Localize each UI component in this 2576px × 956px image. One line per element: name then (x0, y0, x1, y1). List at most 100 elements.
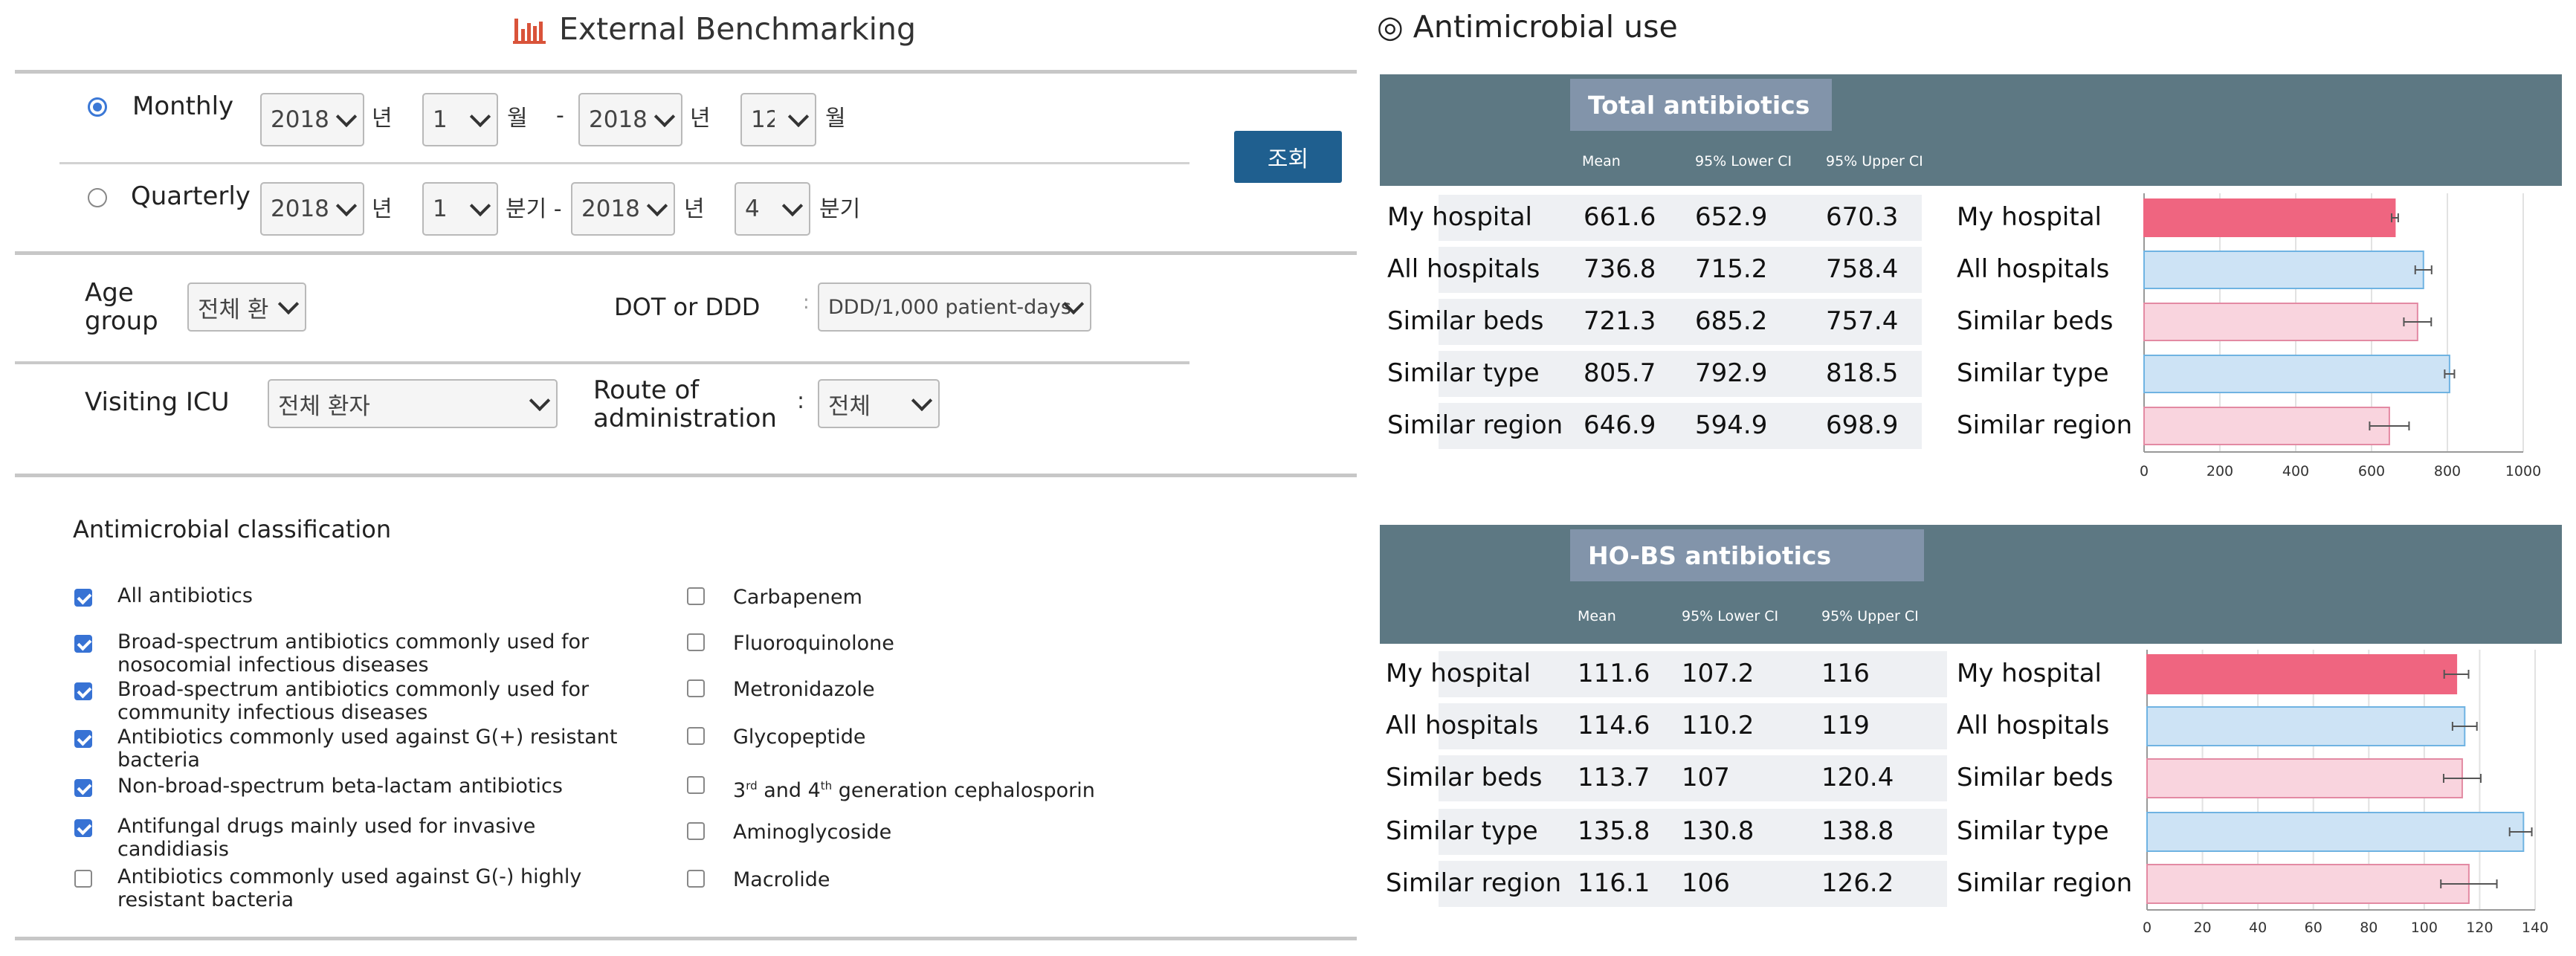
tick-label: 60 (2305, 920, 2322, 936)
route-select[interactable]: 전체 (818, 379, 940, 428)
unit-year: 년 (372, 196, 393, 222)
tick-label: 200 (2207, 463, 2233, 479)
table-cell: 652.9 (1695, 202, 1768, 232)
bar (2146, 706, 2466, 746)
row-label: Similar region (1386, 868, 1562, 898)
chevron-down-icon (469, 195, 491, 217)
chevron-down-icon (646, 195, 668, 217)
classification-checkbox[interactable] (687, 776, 705, 794)
monthly-from-year-select[interactable]: 2018 (260, 93, 364, 146)
colon: : (803, 291, 810, 314)
classification-item-label: All antibiotics (117, 584, 253, 607)
classification-checkbox[interactable] (687, 587, 705, 605)
row-label: All hospitals (1386, 711, 1539, 740)
bar (2146, 654, 2458, 694)
table-cell: 685.2 (1695, 306, 1768, 336)
classification-checkbox[interactable] (74, 635, 92, 653)
column-header: 95% Upper CI (1826, 153, 1923, 169)
chart-category-label: All hospitals (1957, 711, 2110, 740)
row-label: Similar type (1387, 358, 1540, 388)
table-cell: 792.9 (1695, 358, 1768, 388)
chart-category-label: Similar region (1957, 410, 2133, 440)
bar (2143, 303, 2418, 341)
table-cell: 670.3 (1826, 202, 1899, 232)
monthly-label: Monthly (132, 91, 234, 121)
table-cell: 646.9 (1584, 410, 1656, 440)
unit-month: 월 (825, 106, 846, 132)
row-label: Similar type (1386, 816, 1538, 846)
search-button[interactable]: 조회 (1234, 131, 1342, 183)
classification-checkbox[interactable] (74, 682, 92, 700)
unit-month: 월 (507, 106, 528, 132)
dot-ddd-label: DOT or DDD (614, 293, 761, 321)
chart-category-label: Similar type (1957, 358, 2109, 388)
tick-label: 120 (2466, 920, 2493, 936)
row-label: All hospitals (1387, 254, 1540, 284)
tick-label: 40 (2249, 920, 2267, 936)
chevron-down-icon (529, 390, 551, 412)
bar (2146, 758, 2463, 798)
age-group-label: Age group (85, 278, 158, 336)
classification-checkbox[interactable] (74, 819, 92, 837)
classification-item-label: Glycopeptide (733, 726, 866, 749)
monthly-to-year-select[interactable]: 2018 (578, 93, 682, 146)
visiting-icu-select[interactable]: 전체 환자 (268, 379, 558, 428)
table-cell: 818.5 (1826, 358, 1899, 388)
table-cell: 107 (1682, 763, 1730, 792)
classification-checkbox[interactable] (74, 779, 92, 797)
bar-chart: 0 200 400 600 800 1000 (2140, 193, 2541, 479)
classification-item-label: Metronidazole (733, 678, 875, 701)
chevron-down-icon (911, 390, 933, 412)
table-cell: 113.7 (1578, 763, 1650, 792)
table-cell: 107.2 (1682, 659, 1755, 688)
tick-label: 600 (2358, 463, 2385, 479)
table-cell: 116.1 (1578, 868, 1650, 898)
column-header: 95% Upper CI (1821, 608, 1919, 624)
row-label: Similar region (1387, 410, 1563, 440)
classification-checkbox[interactable] (687, 727, 705, 745)
monthly-radio[interactable] (88, 97, 107, 117)
column-header: Mean (1578, 608, 1616, 624)
classification-checkbox[interactable] (687, 822, 705, 840)
table-cell: 120.4 (1821, 763, 1894, 792)
column-header: Mean (1582, 153, 1621, 169)
chart-category-label: All hospitals (1957, 254, 2110, 284)
classification-item-label: Carbapenem (733, 586, 862, 609)
monthly-to-month-select[interactable]: 12 (740, 93, 816, 146)
classification-checkbox[interactable] (687, 870, 705, 888)
classification-checkbox[interactable] (74, 589, 92, 607)
quarterly-from-q-select[interactable]: 1 (422, 182, 498, 236)
chart-category-label: My hospital (1957, 659, 2102, 688)
classification-checkbox[interactable] (687, 679, 705, 697)
chart-category-label: Similar beds (1957, 763, 2114, 792)
table-cell: 135.8 (1578, 816, 1650, 846)
table-cell: 130.8 (1682, 816, 1755, 846)
classification-checkbox[interactable] (74, 870, 92, 888)
quarterly-from-year-select[interactable]: 2018 (260, 182, 364, 236)
divider (15, 937, 1357, 940)
chart-category-label: Similar type (1957, 816, 2109, 846)
left-title: External Benchmarking (513, 10, 916, 48)
classification-checkbox[interactable] (74, 730, 92, 748)
dot-ddd-select[interactable]: DDD/1,000 patient-days (818, 282, 1091, 332)
table-cell: 805.7 (1584, 358, 1656, 388)
monthly-from-month-select[interactable]: 1 (422, 93, 498, 146)
tick-label: 140 (2522, 920, 2548, 936)
classification-title: Antimicrobial classification (73, 515, 392, 543)
chevron-down-icon (469, 106, 491, 128)
tick-label: 800 (2434, 463, 2461, 479)
bar-chart-icon (513, 19, 546, 44)
classification-item-label: Antifungal drugs mainly used for invasiv… (117, 815, 536, 861)
classification-checkbox[interactable] (687, 633, 705, 651)
quarterly-to-q-select[interactable]: 4 (735, 182, 810, 236)
chevron-down-icon (335, 195, 358, 217)
age-group-select[interactable]: 전체 환 (187, 282, 306, 332)
quarterly-radio[interactable] (88, 188, 107, 207)
divider (15, 251, 1357, 255)
visiting-icu-label: Visiting ICU (85, 387, 230, 417)
quarterly-to-year-select[interactable]: 2018 (571, 182, 675, 236)
bar (2143, 355, 2450, 393)
bar (2143, 251, 2424, 289)
classification-item-label: Antibiotics commonly used against G(-) h… (117, 865, 582, 911)
table-cell: 721.3 (1584, 306, 1656, 336)
